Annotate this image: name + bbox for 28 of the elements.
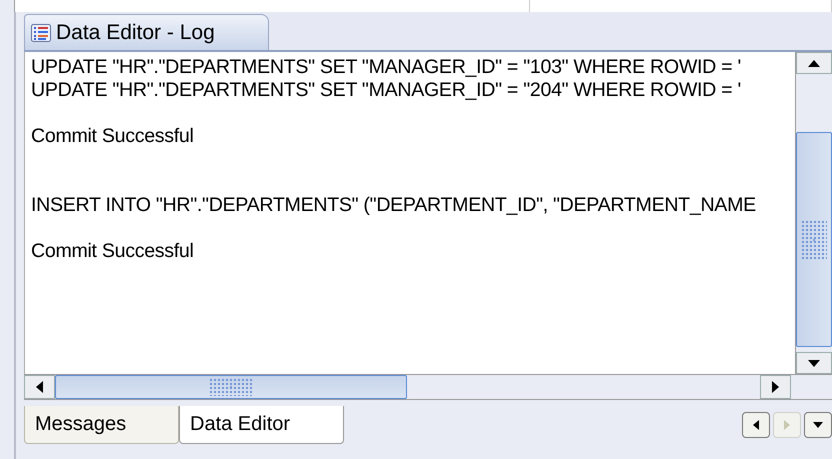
panel-tab[interactable]: Data Editor - Log bbox=[24, 14, 269, 50]
vertical-scrollbar[interactable] bbox=[795, 52, 832, 374]
scroll-right-button[interactable] bbox=[760, 375, 791, 399]
scroll-thumb[interactable] bbox=[55, 375, 407, 399]
sql-statement: UPDATE "HR"."DEPARTMENTS" SET "MANAGER_ID" = "103" WHERE ROWID = ' bbox=[31, 56, 741, 79]
right-arrow-icon bbox=[784, 420, 790, 430]
down-arrow-icon bbox=[808, 360, 820, 366]
horizontal-scrollbar[interactable] bbox=[24, 374, 832, 400]
up-arrow-icon bbox=[808, 60, 820, 66]
scroll-up-button[interactable] bbox=[796, 52, 832, 74]
scroll-down-button[interactable] bbox=[796, 352, 832, 374]
scroll-thumb[interactable] bbox=[796, 132, 832, 347]
tab-list-button[interactable] bbox=[804, 412, 832, 438]
grip-icon bbox=[801, 220, 827, 260]
commit-message: Commit Successful bbox=[31, 240, 194, 263]
bottom-tab[interactable]: Messages bbox=[24, 406, 179, 444]
grip-icon bbox=[209, 378, 253, 396]
tab-left-button[interactable] bbox=[742, 412, 770, 438]
sql-statement: UPDATE "HR"."DEPARTMENTS" SET "MANAGER_ID" = "204" WHERE ROWID = ' bbox=[31, 79, 741, 102]
commit-message: Commit Successful bbox=[31, 125, 194, 148]
bottom-tab[interactable]: Data Editor bbox=[179, 406, 344, 444]
sql-statement: INSERT INTO "HR"."DEPARTMENTS" ("DEPARTMENT_ID", "DEPARTMENT_NAME bbox=[31, 194, 756, 217]
down-arrow-icon bbox=[813, 422, 823, 428]
left-arrow-icon bbox=[36, 381, 43, 393]
list-icon bbox=[31, 24, 51, 42]
left-arrow-icon bbox=[753, 420, 759, 430]
right-arrow-icon bbox=[772, 381, 779, 393]
scroll-left-button[interactable] bbox=[24, 375, 55, 399]
